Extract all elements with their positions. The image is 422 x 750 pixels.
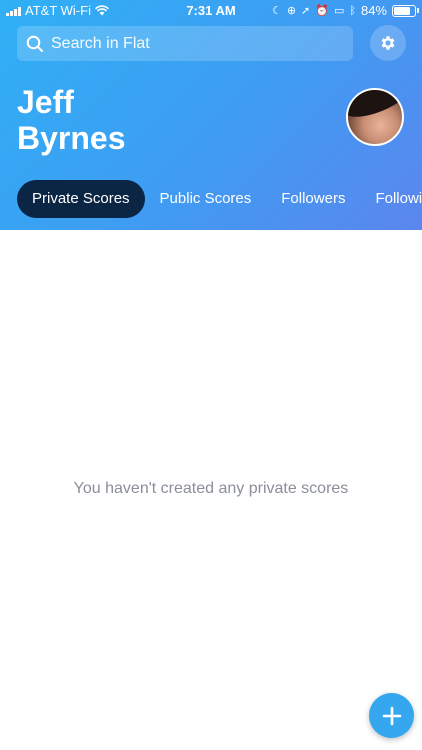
bluetooth-icon: ᛒ — [349, 4, 356, 17]
profile-tabs: Private Scores Public Scores Followers Foll… — [17, 180, 422, 218]
screen-mirror-icon: ▭ — [333, 4, 345, 17]
alarm-icon: ⏰ — [315, 4, 329, 17]
add-score-button[interactable] — [369, 693, 414, 738]
tab-followers[interactable]: Followers — [266, 180, 360, 218]
location-icon: ➚ — [301, 4, 311, 17]
empty-state-message: You haven't created any private scores — [73, 480, 349, 497]
avatar[interactable] — [346, 88, 404, 146]
plus-icon — [382, 706, 401, 725]
lock-rotation-icon: ⊕ — [286, 4, 297, 17]
search-icon — [26, 35, 43, 52]
tab-public-scores[interactable]: Public Scores — [145, 180, 267, 218]
profile-last-name: Byrnes — [17, 120, 126, 156]
moon-icon: ☾ — [271, 4, 282, 17]
search-bar[interactable]: Search in Flat — [17, 26, 353, 61]
battery-percent: 84% — [360, 3, 387, 18]
tab-following[interactable]: Following — [360, 180, 422, 218]
settings-button[interactable] — [370, 25, 406, 61]
battery-icon — [392, 4, 419, 17]
profile-name: Jeff Byrnes — [17, 84, 267, 156]
profile-first-name: Jeff — [17, 84, 74, 120]
tab-private-scores[interactable]: Private Scores — [17, 180, 145, 218]
profile-header: AT&T Wi-Fi 7:31 AM ☾ ⊕ ➚ ⏰ ▭ ᛒ 84% Searc… — [0, 0, 422, 230]
search-placeholder: Search in Flat — [51, 34, 150, 52]
status-bar: AT&T Wi-Fi 7:31 AM ☾ ⊕ ➚ ⏰ ▭ ᛒ 84% — [0, 0, 422, 22]
gear-icon — [381, 36, 395, 50]
